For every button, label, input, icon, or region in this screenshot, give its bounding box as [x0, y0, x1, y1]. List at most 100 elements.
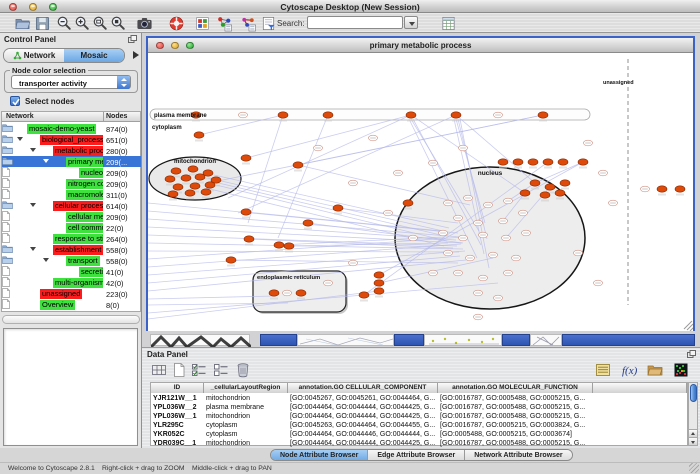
tree-row-nitrogen-compou[interactable]: nitrogen compou209(0)	[2, 178, 141, 189]
network-view-window[interactable]: primary metabolic process plasma membran…	[146, 36, 695, 331]
network-node[interactable]	[168, 191, 178, 197]
help-icon[interactable]	[168, 15, 185, 32]
tree-row-macromolecule[interactable]: macromolecule311(0)	[2, 189, 141, 200]
network-node[interactable]	[195, 174, 205, 180]
network-node[interactable]	[374, 280, 384, 286]
table-header-1[interactable]: _cellularLayoutRegion	[204, 383, 288, 393]
network-node[interactable]	[530, 180, 540, 186]
network-node[interactable]	[520, 190, 530, 196]
float-data-panel-icon[interactable]	[687, 350, 696, 360]
table-cell[interactable]: mitochondrion	[204, 394, 288, 403]
network-node[interactable]	[181, 175, 191, 181]
os-titlebar[interactable]: Cytoscape Desktop (New Session)	[0, 0, 700, 13]
expand-handle-icon[interactable]	[17, 137, 23, 141]
table-header-3[interactable]: annotation.GO MOLECULAR_FUNCTION	[438, 383, 593, 393]
table-cell[interactable]: YKR052C	[151, 430, 204, 439]
network-node[interactable]	[555, 190, 565, 196]
tab-mosaic[interactable]: Mosaic	[64, 49, 124, 62]
tree-row-establishment-of-lo[interactable]: establishment of lo558(0)	[2, 244, 141, 255]
save-session-icon[interactable]	[34, 15, 51, 32]
zoom-out-icon[interactable]	[56, 15, 73, 32]
function-builder-icon[interactable]: f(x)	[620, 361, 638, 379]
tree-row-cellular-metabol[interactable]: cellular metabol209(0)	[2, 211, 141, 222]
network-node[interactable]	[241, 155, 251, 161]
zoom-in-icon[interactable]	[74, 15, 91, 32]
matrix-icon[interactable]	[672, 361, 690, 379]
float-panel-icon[interactable]	[128, 35, 137, 45]
network-node[interactable]	[374, 288, 384, 294]
background-window-fragment[interactable]	[502, 334, 530, 346]
table-cell[interactable]: cytoplasm	[204, 421, 288, 430]
table-cell[interactable]: [GO:0044464, GO:0044444, GO:0044425, G..…	[288, 412, 438, 421]
import-table-icon[interactable]	[440, 15, 457, 32]
network-node[interactable]	[226, 257, 236, 263]
node-view-icon[interactable]	[216, 15, 233, 32]
network-tree-header[interactable]: Network Nodes	[2, 112, 140, 122]
network-node[interactable]	[269, 290, 279, 296]
table-cell[interactable]: YDR039C__1	[151, 439, 204, 448]
network-node[interactable]	[185, 190, 195, 196]
network-node[interactable]	[558, 159, 568, 165]
network-node[interactable]	[333, 205, 343, 211]
tab-edge-attribute-browser[interactable]: Edge Attribute Browser	[368, 450, 465, 460]
new-attribute-icon[interactable]	[170, 361, 188, 379]
background-window-fragment[interactable]	[394, 334, 424, 346]
edge-view-icon[interactable]	[240, 15, 257, 32]
attribute-grid-icon[interactable]	[150, 361, 168, 379]
table-cell[interactable]: mitochondrion	[204, 412, 288, 421]
expand-handle-icon[interactable]	[43, 258, 49, 262]
table-cell[interactable]: [GO:0016787, GO:0005488, GO:0005215, G..…	[438, 403, 593, 412]
tree-row-response-to-stimul[interactable]: response to stimul264(0)	[2, 233, 141, 244]
table-cell[interactable]: YLR295C	[151, 421, 204, 430]
zoom-selected-icon[interactable]	[110, 15, 127, 32]
network-node[interactable]	[323, 112, 333, 118]
network-node[interactable]	[190, 183, 200, 189]
tabs-scroll-right-icon[interactable]	[133, 51, 139, 59]
table-cell[interactable]: mitochondrion	[204, 439, 288, 448]
tab-node-attribute-browser[interactable]: Node Attribute Browser	[271, 450, 368, 460]
network-node[interactable]	[278, 112, 288, 118]
expand-handle-icon[interactable]	[30, 148, 36, 152]
table-cell[interactable]: plasma membrane	[204, 403, 288, 412]
background-window-fragment[interactable]	[562, 334, 695, 346]
tree-horizontal-scrollbar[interactable]	[2, 315, 140, 324]
network-node[interactable]	[540, 192, 550, 198]
network-node[interactable]	[451, 112, 461, 118]
network-node[interactable]	[284, 243, 294, 249]
tree-row-multi-organism-pro[interactable]: multi-organism pro42(0)	[2, 277, 141, 288]
network-node[interactable]	[274, 242, 284, 248]
network-node[interactable]	[528, 159, 538, 165]
network-node[interactable]	[171, 168, 181, 174]
attribute-table[interactable]: ID_cellularLayoutRegionannotation.GO CEL…	[150, 382, 688, 446]
table-cell[interactable]: YJR121W__1	[151, 394, 204, 403]
unselect-attributes-icon[interactable]	[212, 361, 230, 379]
network-node[interactable]	[406, 112, 416, 118]
network-node[interactable]	[293, 162, 303, 168]
network-node[interactable]	[543, 159, 553, 165]
background-window-fragment[interactable]	[424, 334, 502, 346]
table-cell[interactable]: [GO:0044464, GO:0044446, GO:0044444, G..…	[288, 430, 438, 439]
network-node[interactable]	[201, 189, 211, 195]
delete-attribute-icon[interactable]	[234, 361, 252, 379]
network-node[interactable]	[244, 236, 254, 242]
table-cell[interactable]: [GO:0016787, GO:0005488, GO:0005215, G..…	[438, 439, 593, 448]
background-window-fragment[interactable]	[150, 334, 250, 346]
network-node[interactable]	[205, 182, 215, 188]
network-node[interactable]	[165, 176, 175, 182]
tree-row-cellular-process[interactable]: cellular process614(0)	[2, 200, 141, 211]
tree-row-primary-metabolic[interactable]: primary metabolic209(...	[2, 156, 141, 167]
tab-network-attribute-browser[interactable]: Network Attribute Browser	[465, 450, 571, 460]
tab-network[interactable]: Network	[4, 49, 64, 62]
scrollbar-thumb[interactable]	[690, 384, 697, 402]
network-window-titlebar[interactable]: primary metabolic process	[148, 38, 693, 53]
network-node[interactable]	[657, 186, 667, 192]
tree-row-overview[interactable]: Overview8(0)	[2, 299, 141, 310]
table-cell[interactable]: [GO:0044464, GO:0044444, GO:0044425, G..…	[288, 403, 438, 412]
expand-handle-icon[interactable]	[30, 247, 36, 251]
birds-eye-view[interactable]	[3, 328, 138, 446]
search-options-dropdown[interactable]	[404, 16, 418, 29]
expand-handle-icon[interactable]	[30, 203, 36, 207]
network-node[interactable]	[578, 159, 588, 165]
attribute-browser-icon[interactable]	[194, 15, 211, 32]
table-cell[interactable]: cytoplasm	[204, 430, 288, 439]
